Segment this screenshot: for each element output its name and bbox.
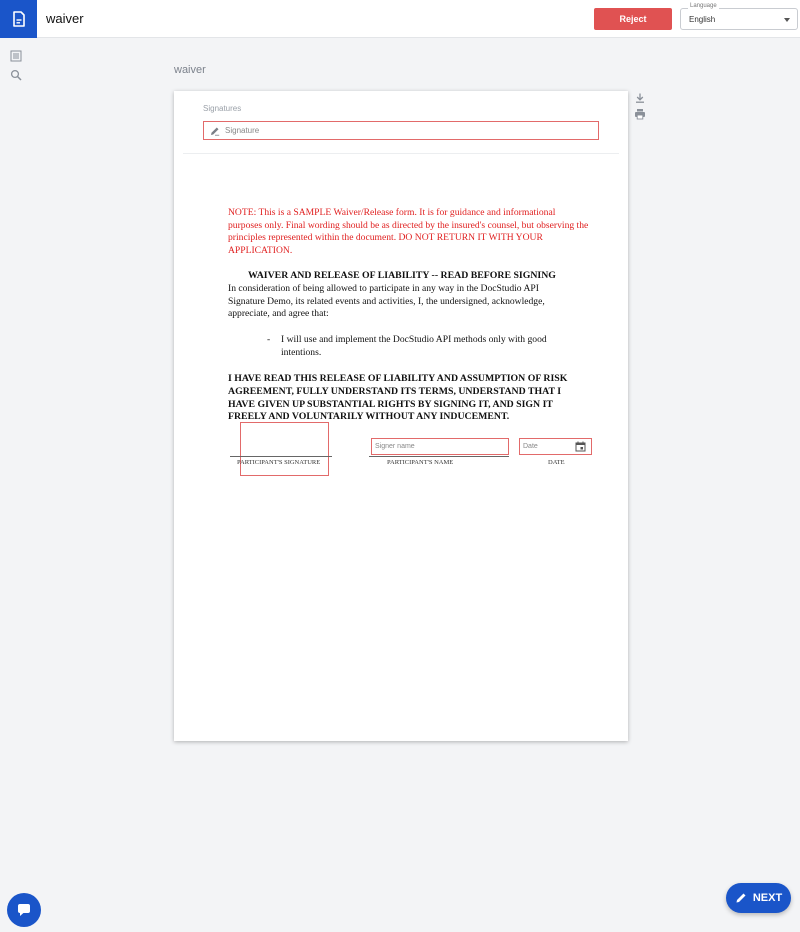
date-caption: DATE <box>548 459 565 466</box>
language-select[interactable]: Language English <box>680 3 798 30</box>
app-title: waiver <box>46 11 84 26</box>
chevron-down-icon <box>784 18 790 22</box>
signature-field-placeholder: Signature <box>225 126 260 135</box>
calendar-icon[interactable] <box>575 441 586 452</box>
signature-caption: PARTICIPANT'S SIGNATURE <box>237 459 321 466</box>
section-divider <box>183 153 619 154</box>
document-page: Signatures Signature NOTE: This is a SAM… <box>174 91 628 741</box>
bullet-item: I will use and implement the DocStudio A… <box>281 334 547 358</box>
language-select-value: English <box>689 15 716 24</box>
pencil-icon <box>736 893 746 903</box>
signature-line <box>230 456 332 457</box>
sample-note: NOTE: This is a SAMPLE Waiver/Release fo… <box>228 207 589 256</box>
reject-button[interactable]: Reject <box>594 8 672 30</box>
top-bar: waiver Reject Language English <box>0 0 800 38</box>
bullet-marker: - <box>267 334 271 345</box>
list-icon[interactable] <box>10 50 22 62</box>
chat-button[interactable] <box>7 893 41 927</box>
document-icon <box>12 11 25 27</box>
date-placeholder: Date <box>523 443 538 450</box>
print-icon[interactable] <box>634 108 646 120</box>
document-name: waiver <box>174 64 206 76</box>
language-select-label: Language <box>688 3 719 9</box>
acknowledgement-paragraph: I HAVE READ THIS RELEASE OF LIABILITY AN… <box>228 373 568 423</box>
signatures-section-label: Signatures <box>203 104 242 113</box>
next-button[interactable]: NEXT <box>726 883 791 913</box>
signer-name-placeholder: Signer name <box>375 443 415 450</box>
signer-name-input[interactable]: Signer name <box>371 438 509 455</box>
chat-icon <box>18 904 30 916</box>
signature-field[interactable]: Signature <box>203 121 599 140</box>
pen-icon <box>211 127 220 136</box>
next-button-label: NEXT <box>752 892 783 904</box>
intro-paragraph: In consideration of being allowed to par… <box>228 283 545 320</box>
name-caption: PARTICIPANT'S NAME <box>387 459 454 466</box>
name-line <box>369 456 509 457</box>
waiver-heading: WAIVER AND RELEASE OF LIABILITY -- READ … <box>248 270 556 281</box>
search-icon[interactable] <box>10 69 22 81</box>
date-input[interactable]: Date <box>519 438 592 455</box>
download-icon[interactable] <box>634 92 646 104</box>
app-logo[interactable] <box>0 0 37 38</box>
participant-signature-field[interactable] <box>240 422 329 476</box>
